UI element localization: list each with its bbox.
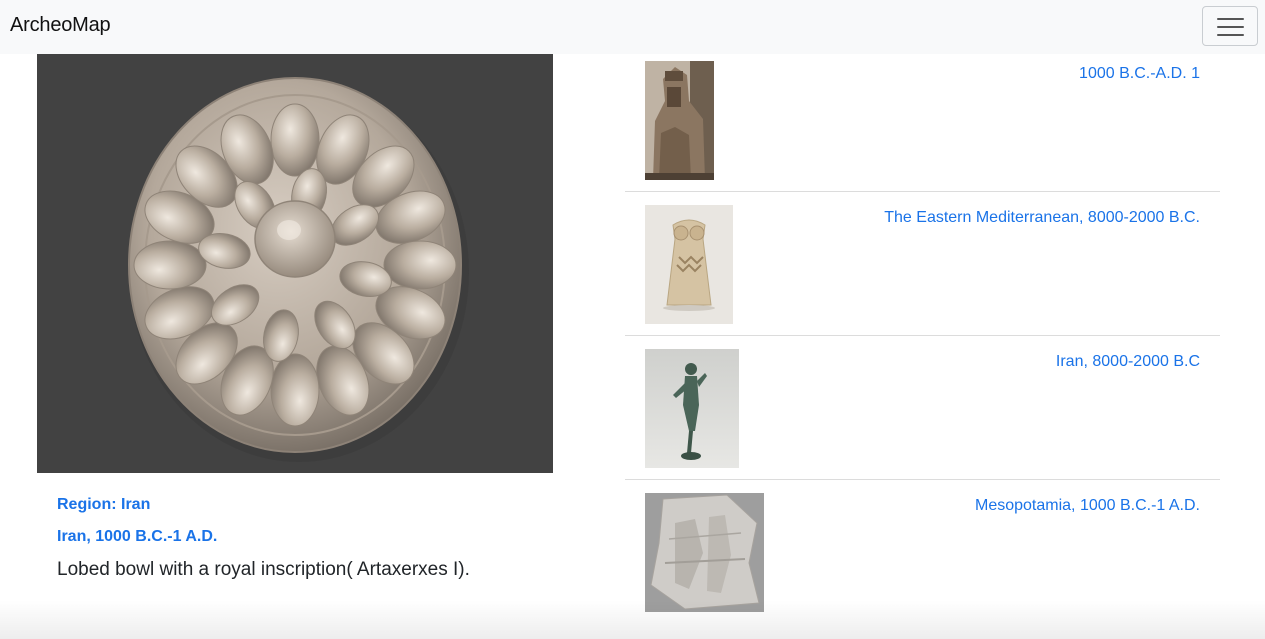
menu-toggle-button[interactable] <box>1202 6 1258 46</box>
period-link[interactable]: Iran, 1000 B.C.-1 A.D. <box>57 528 217 546</box>
thumbnail-stone-relief-fragment[interactable] <box>645 493 764 612</box>
footer-shadow <box>0 600 1265 639</box>
thumbnail-lamassu-relief[interactable] <box>645 61 714 180</box>
brand-logo[interactable]: ArcheoMap <box>10 14 111 37</box>
list-item[interactable]: Iran, 8000-2000 B.C <box>625 336 1220 480</box>
thumbnail-bronze-figure[interactable] <box>645 349 739 468</box>
list-item[interactable]: 1000 B.C.-A.D. 1 <box>625 48 1220 192</box>
list-item[interactable]: The Eastern Mediterranean, 8000-2000 B.C… <box>625 192 1220 336</box>
featured-image[interactable] <box>37 54 553 473</box>
navbar: ArcheoMap <box>0 0 1265 54</box>
artifact-title: Lobed bowl with a royal inscription( Art… <box>57 559 470 580</box>
list-item-link[interactable]: The Eastern Mediterranean, 8000-2000 B.C… <box>884 209 1200 227</box>
region-link[interactable]: Region: Iran <box>57 496 150 514</box>
thumbnail-stone-idol[interactable] <box>645 205 733 324</box>
list-item-link[interactable]: Mesopotamia, 1000 B.C.-1 A.D. <box>975 497 1200 515</box>
related-list: 1000 B.C.-A.D. 1 The Eastern Mediterrane… <box>625 48 1220 624</box>
list-item-link[interactable]: Iran, 8000-2000 B.C <box>1056 353 1200 371</box>
list-item-link[interactable]: 1000 B.C.-A.D. 1 <box>1079 65 1200 83</box>
